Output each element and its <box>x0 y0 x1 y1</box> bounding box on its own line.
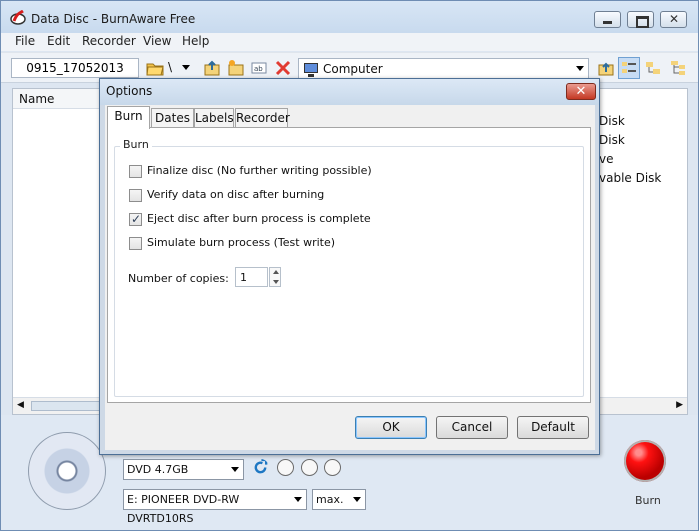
simulate-burn-label: Simulate burn process (Test write) <box>147 236 336 249</box>
tab-labels[interactable]: Labels <box>194 108 234 128</box>
new-folder-icon[interactable] <box>227 59 245 77</box>
simulate-burn-checkbox[interactable] <box>129 237 142 250</box>
cancel-button[interactable]: Cancel <box>436 416 508 439</box>
speed-value: max. <box>316 493 344 506</box>
disc-type-value: DVD 4.7GB <box>127 463 189 476</box>
drive-item-4[interactable]: vable Disk <box>599 171 661 185</box>
left-file-pane[interactable]: Name ◀ <box>12 88 101 415</box>
disc-type-select[interactable]: DVD 4.7GB <box>123 459 244 480</box>
disc-settings-icon[interactable] <box>324 459 341 476</box>
svg-text:ab: ab <box>254 65 263 73</box>
horizontal-scrollbar[interactable]: ◀ <box>13 397 101 414</box>
menu-edit[interactable]: Edit <box>47 34 70 48</box>
group-title: Burn <box>120 138 152 151</box>
ok-button[interactable]: OK <box>355 416 427 439</box>
burn-options-group: Burn Finalize disc (No further writing p… <box>114 138 584 397</box>
dialog-close-button[interactable]: ✕ <box>566 83 596 100</box>
title-bar: Data Disc - BurnAware Free <box>1 1 698 33</box>
copies-stepper[interactable] <box>269 267 281 287</box>
dialog-title: Options <box>106 84 153 98</box>
verify-data-label: Verify data on disc after burning <box>147 188 325 201</box>
current-path: \ <box>168 60 173 74</box>
details-view-button[interactable] <box>618 57 640 79</box>
chevron-down-icon <box>231 467 239 472</box>
burn-tab-panel: Burn Finalize disc (No further writing p… <box>107 127 591 403</box>
scroll-thumb[interactable] <box>31 401 101 411</box>
eject-disc-label: Eject disc after burn process is complet… <box>147 212 371 225</box>
finalize-disc-label: Finalize disc (No further writing possib… <box>147 164 372 177</box>
finalize-disc-checkbox[interactable] <box>129 165 142 178</box>
copies-label: Number of copies: <box>128 272 229 285</box>
tab-recorder[interactable]: Recorder <box>235 108 290 128</box>
location-select[interactable]: Computer <box>298 58 589 79</box>
menu-help[interactable]: Help <box>182 34 209 48</box>
scroll-left-icon[interactable]: ◀ <box>17 400 24 410</box>
menu-file[interactable]: File <box>15 34 35 48</box>
burnaware-window: Data Disc - BurnAware Free File Edit Rec… <box>0 0 699 531</box>
close-button[interactable] <box>660 11 687 28</box>
dialog-body: Burn Dates Labels Recorder Burn Finalize… <box>105 105 595 450</box>
details-view-icon <box>622 62 636 73</box>
recorder-value: E: PIONEER DVD-RW DVRTD10RS <box>127 493 240 525</box>
speed-select[interactable]: max. <box>312 489 366 510</box>
drive-item-2[interactable]: Disk <box>599 133 625 147</box>
disc-icon <box>28 432 106 510</box>
verify-data-checkbox[interactable] <box>129 189 142 202</box>
erase-disc-icon[interactable] <box>301 459 318 476</box>
eject-disc-checkbox[interactable] <box>129 212 142 226</box>
copies-input[interactable]: 1 <box>235 267 268 287</box>
refresh-icon[interactable] <box>252 459 269 476</box>
disc-label-input[interactable] <box>11 58 139 78</box>
scroll-right-icon[interactable]: ▶ <box>676 400 683 410</box>
tree-view-icon[interactable] <box>644 59 662 77</box>
drive-item-3[interactable]: ve <box>599 152 613 166</box>
dialog-title-bar: Options ✕ <box>100 79 599 105</box>
location-label: Computer <box>323 62 383 76</box>
chevron-down-icon <box>353 497 361 502</box>
delete-icon[interactable] <box>274 59 292 77</box>
minimize-button[interactable] <box>594 11 621 28</box>
computer-icon <box>304 63 318 77</box>
burn-label: Burn <box>635 494 661 507</box>
menu-bar: File Edit Recorder View Help <box>1 33 698 51</box>
folder-list-icon[interactable] <box>669 59 687 77</box>
tab-burn[interactable]: Burn <box>107 106 150 129</box>
open-folder-icon[interactable] <box>146 59 164 77</box>
burn-button[interactable] <box>624 440 666 482</box>
maximize-button[interactable] <box>627 11 654 28</box>
options-dialog: Options ✕ Burn Dates Labels Recorder Bur… <box>99 78 600 455</box>
menu-view[interactable]: View <box>143 34 171 48</box>
drive-item-1[interactable]: Disk <box>599 114 625 128</box>
right-drive-pane[interactable]: Disk Disk ve vable Disk ▶ <box>591 88 688 415</box>
recorder-select[interactable]: E: PIONEER DVD-RW DVRTD10RS <box>123 489 307 525</box>
chevron-down-icon <box>294 497 302 502</box>
tab-dates[interactable]: Dates <box>151 108 194 128</box>
name-column-header[interactable]: Name <box>13 89 99 109</box>
default-button[interactable]: Default <box>517 416 589 439</box>
menu-recorder[interactable]: Recorder <box>82 34 136 48</box>
folder-up-icon[interactable] <box>597 59 615 77</box>
up-folder-icon[interactable] <box>203 59 221 77</box>
path-dropdown-icon[interactable] <box>182 65 190 70</box>
rename-icon[interactable]: ab <box>250 59 268 77</box>
window-title: Data Disc - BurnAware Free <box>31 12 196 26</box>
chevron-down-icon <box>576 66 584 71</box>
burnaware-logo-icon <box>10 10 26 25</box>
right-horizontal-scrollbar[interactable]: ▶ <box>592 397 687 414</box>
disc-info-icon[interactable] <box>277 459 294 476</box>
